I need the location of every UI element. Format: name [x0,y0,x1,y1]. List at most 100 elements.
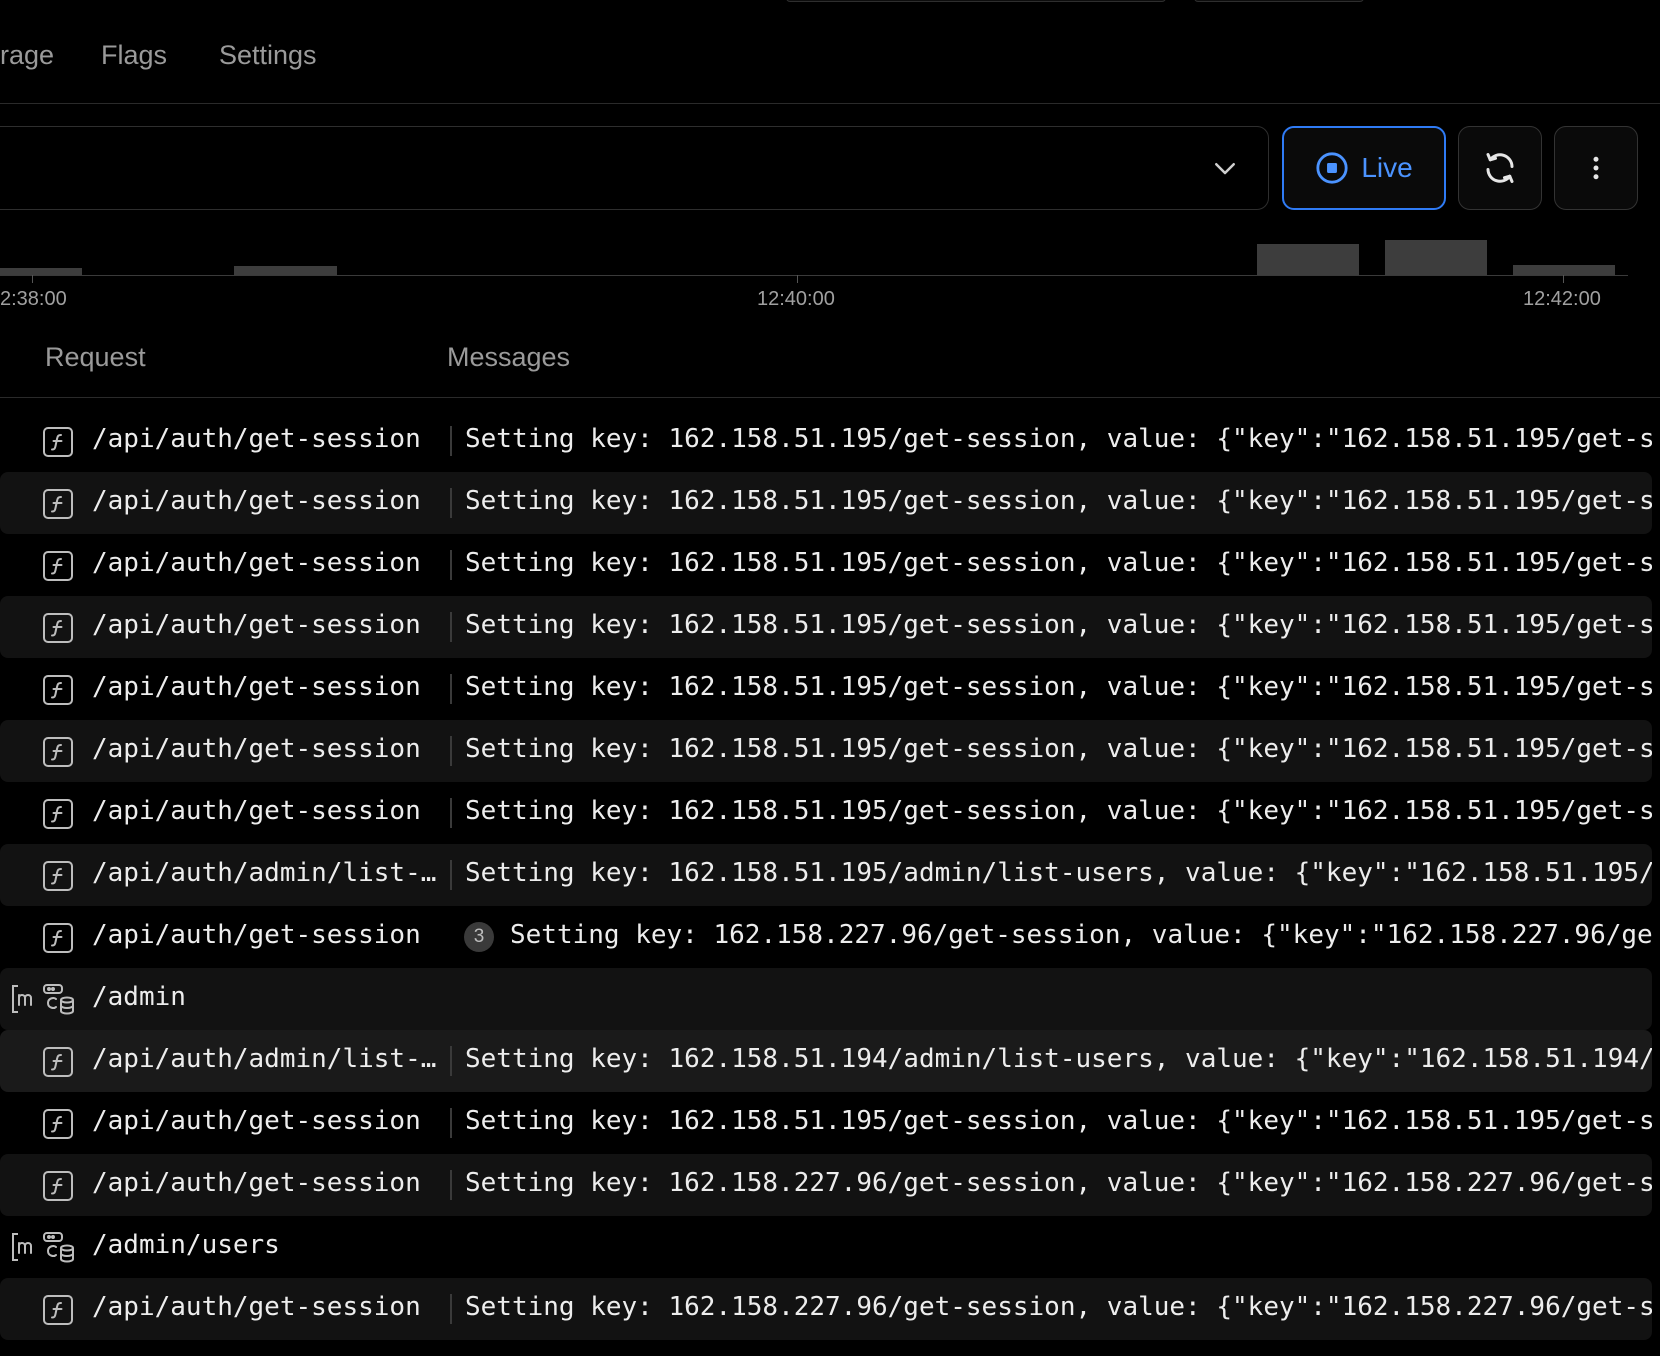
histogram-bar [1257,244,1359,275]
refresh-button[interactable] [1458,126,1542,210]
more-options-button[interactable] [1554,126,1638,210]
column-header: Request Messages [0,330,1660,398]
log-message: Setting key: 162.158.227.96/get-session,… [465,1292,1652,1322]
separator [450,860,452,890]
page-path: /admin/users [92,1230,280,1260]
function-icon [43,861,73,891]
page-row[interactable]: /admin/users [0,1216,1652,1278]
request-path: /api/auth/get-session [92,920,421,950]
request-path: /api/auth/get-session [92,796,421,826]
log-row[interactable]: /api/auth/get-session Setting key: 162.1… [0,720,1652,782]
separator [450,798,452,828]
log-message: Setting key: 162.158.51.195/get-session,… [465,548,1652,578]
function-icon [43,1171,73,1201]
histogram-tick-label: 12:42:00 [1523,288,1601,310]
function-icon [43,675,73,705]
column-messages[interactable]: Messages [447,342,570,373]
histogram-bar [0,268,82,275]
log-message: Setting key: 162.158.51.195/get-session,… [465,610,1652,640]
function-icon [43,923,73,953]
request-path: /api/auth/admin/list-… [92,858,437,888]
tab-flags[interactable]: Flags [101,40,167,71]
log-message: Setting key: 162.158.51.195/get-session,… [465,796,1652,826]
log-message: Setting key: 162.158.227.96/get-session,… [465,1168,1652,1198]
histogram-tick [1563,275,1564,283]
histogram-tick-label: 2:38:00 [0,288,67,310]
histogram-tick [32,275,33,283]
histogram-bar [1385,240,1487,275]
function-icon [43,1047,73,1077]
request-path: /api/auth/get-session [92,424,421,454]
column-request[interactable]: Request [45,342,146,373]
separator [450,674,452,704]
separator [450,1294,452,1324]
logs-page: rage Flags Settings Live 2:38:00 12:40:0… [0,0,1660,1356]
log-filter-select[interactable] [0,126,1269,210]
middleware-icon [12,1233,32,1261]
tab-settings[interactable]: Settings [219,40,317,71]
tab-bar: rage Flags Settings [0,0,1660,104]
middleware-icon [12,985,32,1013]
function-icon [43,551,73,581]
tab-storage[interactable]: rage [0,40,54,71]
log-message: Setting key: 162.158.51.194/admin/list-u… [465,1044,1652,1074]
log-row[interactable]: /api/auth/get-session 3 Setting key: 162… [0,906,1652,968]
histogram-bar [1513,265,1615,275]
log-message: Setting key: 162.158.51.195/admin/list-u… [465,858,1652,888]
function-icon [43,799,73,829]
log-row[interactable]: /api/auth/admin/list-… Setting key: 162.… [0,844,1652,906]
separator [450,426,452,456]
page-row[interactable]: /admin [0,968,1652,1030]
log-row[interactable]: /api/auth/get-session Setting key: 162.1… [0,782,1652,844]
log-row[interactable]: /api/auth/get-session Setting key: 162.1… [0,1278,1652,1340]
log-row[interactable]: /api/auth/get-session Setting key: 162.1… [0,534,1652,596]
separator [450,1046,452,1076]
log-message: Setting key: 162.158.51.195/get-session,… [465,734,1652,764]
log-row[interactable]: /api/auth/get-session Setting key: 162.1… [0,596,1652,658]
histogram-tick-label: 12:40:00 [757,288,835,310]
separator [450,736,452,766]
function-icon [43,1109,73,1139]
request-path: /api/auth/get-session [92,734,421,764]
log-message: Setting key: 162.158.51.195/get-session,… [465,486,1652,516]
histogram-tick [797,275,798,283]
log-list: /api/auth/get-session Setting key: 162.1… [0,410,1660,1340]
request-path: /api/auth/get-session [92,486,421,516]
request-path: /api/auth/get-session [92,1106,421,1136]
function-icon [43,427,73,457]
live-button[interactable]: Live [1282,126,1446,210]
refresh-icon [1486,153,1514,183]
server-database-icon [43,984,74,1015]
separator [450,488,452,518]
separator [450,550,452,580]
log-row[interactable]: /api/auth/get-session Setting key: 162.1… [0,658,1652,720]
request-path: /api/auth/get-session [92,610,421,640]
separator [450,1108,452,1138]
log-message: Setting key: 162.158.51.195/get-session,… [465,424,1652,454]
chevron-down-icon [1215,163,1235,175]
log-row[interactable]: /api/auth/get-session Setting key: 162.1… [0,1092,1652,1154]
function-icon [43,613,73,643]
log-message: Setting key: 162.158.51.195/get-session,… [465,1106,1652,1136]
request-path: /api/auth/admin/list-… [92,1044,437,1074]
log-row[interactable]: /api/auth/get-session Setting key: 162.1… [0,1154,1652,1216]
log-message: Setting key: 162.158.51.195/get-session,… [465,672,1652,702]
message-count-badge: 3 [464,922,494,952]
function-icon [43,489,73,519]
log-row[interactable]: /api/auth/admin/list-… Setting key: 162.… [0,1030,1652,1092]
separator [450,1170,452,1200]
log-row[interactable]: /api/auth/get-session Setting key: 162.1… [0,472,1652,534]
request-path: /api/auth/get-session [92,548,421,578]
server-database-icon [43,1232,74,1263]
log-message: Setting key: 162.158.227.96/get-session,… [510,920,1652,950]
separator [450,612,452,642]
function-icon [43,737,73,767]
log-row[interactable]: /api/auth/get-session Setting key: 162.1… [0,410,1652,472]
request-path: /api/auth/get-session [92,1168,421,1198]
live-label: Live [1361,152,1413,183]
more-vertical-icon [1593,156,1599,180]
function-icon [43,1295,73,1325]
stop-circle-icon [1316,152,1348,184]
request-path: /api/auth/get-session [92,672,421,702]
page-path: /admin [92,982,186,1012]
